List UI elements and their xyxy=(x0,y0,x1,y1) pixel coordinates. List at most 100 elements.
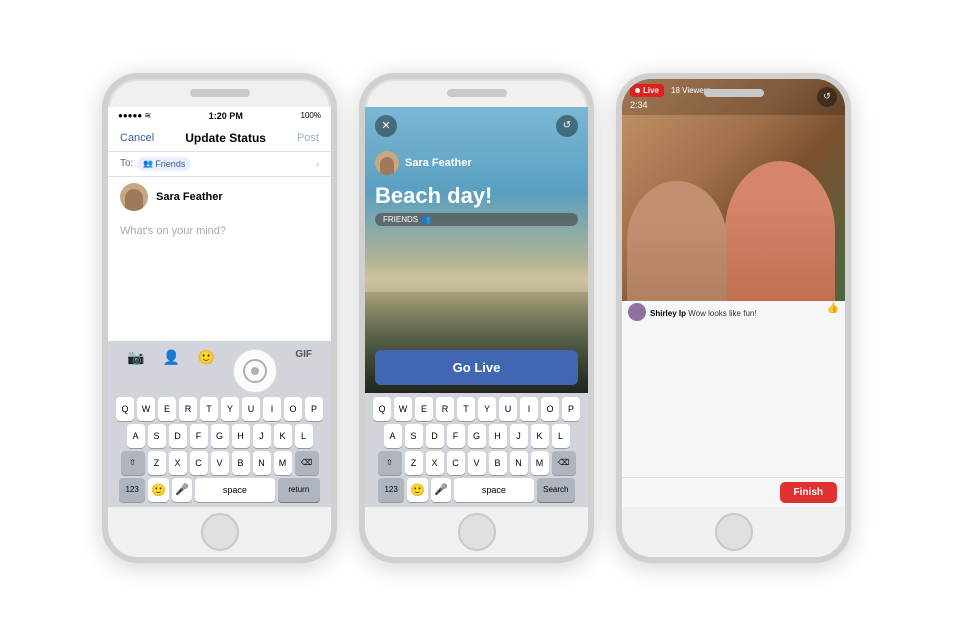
p2-key-u[interactable]: U xyxy=(499,397,517,421)
phone2-keyboard: Q W E R T Y U I O P A S D F G H xyxy=(365,393,588,507)
phone2-vol-btn2 xyxy=(359,195,362,223)
key-r[interactable]: R xyxy=(179,397,197,421)
key-e[interactable]: E xyxy=(158,397,176,421)
key-m[interactable]: M xyxy=(274,451,292,475)
key-w[interactable]: W xyxy=(137,397,155,421)
to-label: To: xyxy=(120,158,133,169)
key-123[interactable]: 123 xyxy=(119,478,145,502)
key-space[interactable]: space xyxy=(195,478,275,502)
p2-key-r[interactable]: R xyxy=(436,397,454,421)
camera-icon[interactable]: 📷 xyxy=(127,349,144,393)
key-delete[interactable]: ⌫ xyxy=(295,451,319,475)
go-live-button[interactable]: Go Live xyxy=(375,350,578,385)
key-t[interactable]: T xyxy=(200,397,218,421)
kb-row-1: Q W E R T Y U I O P xyxy=(110,397,329,421)
key-o[interactable]: O xyxy=(284,397,302,421)
p3-live-info: Live 18 Viewers 2:34 xyxy=(630,84,710,110)
like-icon-shirley[interactable]: 👍 xyxy=(827,303,839,314)
p2-key-m[interactable]: M xyxy=(531,451,549,475)
phone1-to-row: To: 👥 Friends › xyxy=(108,152,331,177)
p2-key-i[interactable]: I xyxy=(520,397,538,421)
key-shift[interactable]: ⇧ xyxy=(121,451,145,475)
p2-key-q[interactable]: Q xyxy=(373,397,391,421)
phone-vol-btn2 xyxy=(102,195,105,223)
p3-switch-camera-button[interactable]: ↺ xyxy=(817,87,837,107)
p2-key-emoji[interactable]: 🙂 xyxy=(407,478,428,502)
key-i[interactable]: I xyxy=(263,397,281,421)
key-y[interactable]: Y xyxy=(221,397,239,421)
key-g[interactable]: G xyxy=(211,424,229,448)
live-circle-highlight[interactable] xyxy=(233,349,277,393)
key-h[interactable]: H xyxy=(232,424,250,448)
p2-close-button[interactable]: ✕ xyxy=(375,115,397,137)
p2-key-y[interactable]: Y xyxy=(478,397,496,421)
key-b[interactable]: B xyxy=(232,451,250,475)
key-f[interactable]: F xyxy=(190,424,208,448)
finish-button[interactable]: Finish xyxy=(780,482,837,503)
p2-switch-camera-button[interactable]: ↺ xyxy=(556,115,578,137)
friends-badge[interactable]: 👥 Friends xyxy=(137,157,191,171)
phone1-time: 1:20 PM xyxy=(209,111,243,121)
p2-key-o[interactable]: O xyxy=(541,397,559,421)
key-d[interactable]: D xyxy=(169,424,187,448)
p2-key-delete[interactable]: ⌫ xyxy=(552,451,576,475)
p2-key-k[interactable]: K xyxy=(531,424,549,448)
p2-key-space[interactable]: space xyxy=(454,478,534,502)
person-icon[interactable]: 👤 xyxy=(162,349,179,393)
p2-key-shift[interactable]: ⇧ xyxy=(378,451,402,475)
phone1-status-bar: ●●●●● ≋ 1:20 PM 100% xyxy=(108,107,331,125)
phone3-home-button[interactable] xyxy=(715,513,753,551)
p2-key-l[interactable]: L xyxy=(552,424,570,448)
p2-key-t[interactable]: T xyxy=(457,397,475,421)
key-p[interactable]: P xyxy=(305,397,323,421)
p2-key-h[interactable]: H xyxy=(489,424,507,448)
p2-key-d[interactable]: D xyxy=(426,424,444,448)
key-q[interactable]: Q xyxy=(116,397,134,421)
key-z[interactable]: Z xyxy=(148,451,166,475)
p2-key-f[interactable]: F xyxy=(447,424,465,448)
p2-key-a[interactable]: A xyxy=(384,424,402,448)
p2-key-s[interactable]: S xyxy=(405,424,423,448)
p2-key-j[interactable]: J xyxy=(510,424,528,448)
p2-key-search[interactable]: Search xyxy=(537,478,575,502)
post-button[interactable]: Post xyxy=(297,132,319,144)
key-l[interactable]: L xyxy=(295,424,313,448)
phone-side-btn xyxy=(334,169,337,209)
key-x[interactable]: X xyxy=(169,451,187,475)
key-v[interactable]: V xyxy=(211,451,229,475)
key-emoji[interactable]: 🙂 xyxy=(148,478,169,502)
p2-key-n[interactable]: N xyxy=(510,451,528,475)
p2-key-b[interactable]: B xyxy=(489,451,507,475)
p2-username: Sara Feather xyxy=(405,157,472,169)
key-a[interactable]: A xyxy=(127,424,145,448)
p2-key-w[interactable]: W xyxy=(394,397,412,421)
phone-3: Live 18 Viewers 2:34 ↺ fun! Enjoy it. xyxy=(616,73,851,563)
phones-container: ●●●●● ≋ 1:20 PM 100% Cancel Update Statu… xyxy=(102,73,851,563)
phone2-home xyxy=(365,507,588,557)
key-k[interactable]: K xyxy=(274,424,292,448)
p2-key-v[interactable]: V xyxy=(468,451,486,475)
key-n[interactable]: N xyxy=(253,451,271,475)
p2-key-z[interactable]: Z xyxy=(405,451,423,475)
key-u[interactable]: U xyxy=(242,397,260,421)
key-mic[interactable]: 🎤 xyxy=(172,478,192,502)
p2-key-c[interactable]: C xyxy=(447,451,465,475)
key-s[interactable]: S xyxy=(148,424,166,448)
gif-icon[interactable]: GIF xyxy=(295,349,312,393)
cancel-button[interactable]: Cancel xyxy=(120,132,154,144)
status-input[interactable]: What's on your mind? xyxy=(108,217,331,245)
p2-friends-badge[interactable]: FRIENDS 👥 xyxy=(375,213,578,226)
key-c[interactable]: C xyxy=(190,451,208,475)
p2-key-mic[interactable]: 🎤 xyxy=(431,478,451,502)
chevron-right-icon: › xyxy=(316,159,319,169)
p2-key-e[interactable]: E xyxy=(415,397,433,421)
p2-key-x[interactable]: X xyxy=(426,451,444,475)
emoji-icon[interactable]: 🙂 xyxy=(198,349,215,393)
p2-key-p[interactable]: P xyxy=(562,397,580,421)
phone2-home-button[interactable] xyxy=(458,513,496,551)
p2-key-g[interactable]: G xyxy=(468,424,486,448)
key-return[interactable]: return xyxy=(278,478,320,502)
home-button[interactable] xyxy=(201,513,239,551)
key-j[interactable]: J xyxy=(253,424,271,448)
p2-key-123[interactable]: 123 xyxy=(378,478,404,502)
